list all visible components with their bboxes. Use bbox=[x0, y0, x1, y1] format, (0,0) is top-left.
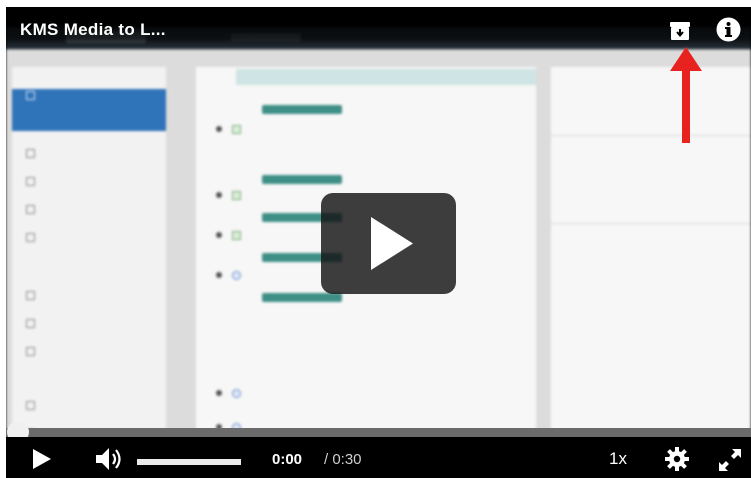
recorded-block bbox=[551, 135, 751, 142]
download-icon bbox=[670, 22, 690, 40]
fullscreen-icon bbox=[719, 449, 741, 471]
playback-speed-button[interactable]: 1x bbox=[609, 449, 627, 469]
recorded-right-column bbox=[551, 67, 751, 447]
current-time: 0:00 bbox=[272, 451, 303, 468]
duration: / 0:30 bbox=[324, 451, 362, 468]
download-button[interactable] bbox=[669, 21, 691, 41]
settings-button[interactable] bbox=[665, 447, 689, 471]
big-play-button[interactable] bbox=[321, 193, 456, 294]
recorded-sidebar bbox=[12, 67, 166, 447]
recorded-tag bbox=[262, 175, 342, 184]
title-bar: KMS Media to L... bbox=[6, 7, 751, 52]
video-title: KMS Media to L... bbox=[20, 20, 166, 39]
recorded-tag bbox=[262, 293, 342, 302]
recorded-block bbox=[551, 223, 751, 230]
progress-bar[interactable] bbox=[6, 428, 751, 437]
info-icon bbox=[716, 17, 741, 42]
volume-icon bbox=[96, 448, 121, 470]
recorded-dropzone bbox=[236, 69, 536, 85]
control-bar: 0:00 / 0:30 1x bbox=[6, 437, 751, 478]
info-button[interactable] bbox=[716, 17, 741, 42]
volume-slider[interactable] bbox=[137, 459, 241, 465]
recorded-activity bbox=[216, 191, 247, 201]
video-player[interactable]: KMS Media to L... 0:00 / 0:30 1x bbox=[6, 7, 751, 478]
recorded-activity bbox=[216, 231, 247, 241]
settings-gear-icon bbox=[665, 447, 689, 471]
recorded-sidebar-item bbox=[12, 89, 166, 131]
play-icon bbox=[33, 449, 51, 469]
big-play-icon bbox=[371, 217, 413, 270]
play-button[interactable] bbox=[32, 448, 52, 470]
volume-button[interactable] bbox=[94, 446, 124, 472]
fullscreen-button[interactable] bbox=[717, 447, 743, 473]
recorded-tag bbox=[262, 105, 342, 114]
recorded-activity bbox=[216, 125, 247, 135]
recorded-activity bbox=[216, 271, 247, 281]
red-arrow-annotation bbox=[670, 47, 702, 143]
recorded-activity bbox=[216, 389, 247, 399]
